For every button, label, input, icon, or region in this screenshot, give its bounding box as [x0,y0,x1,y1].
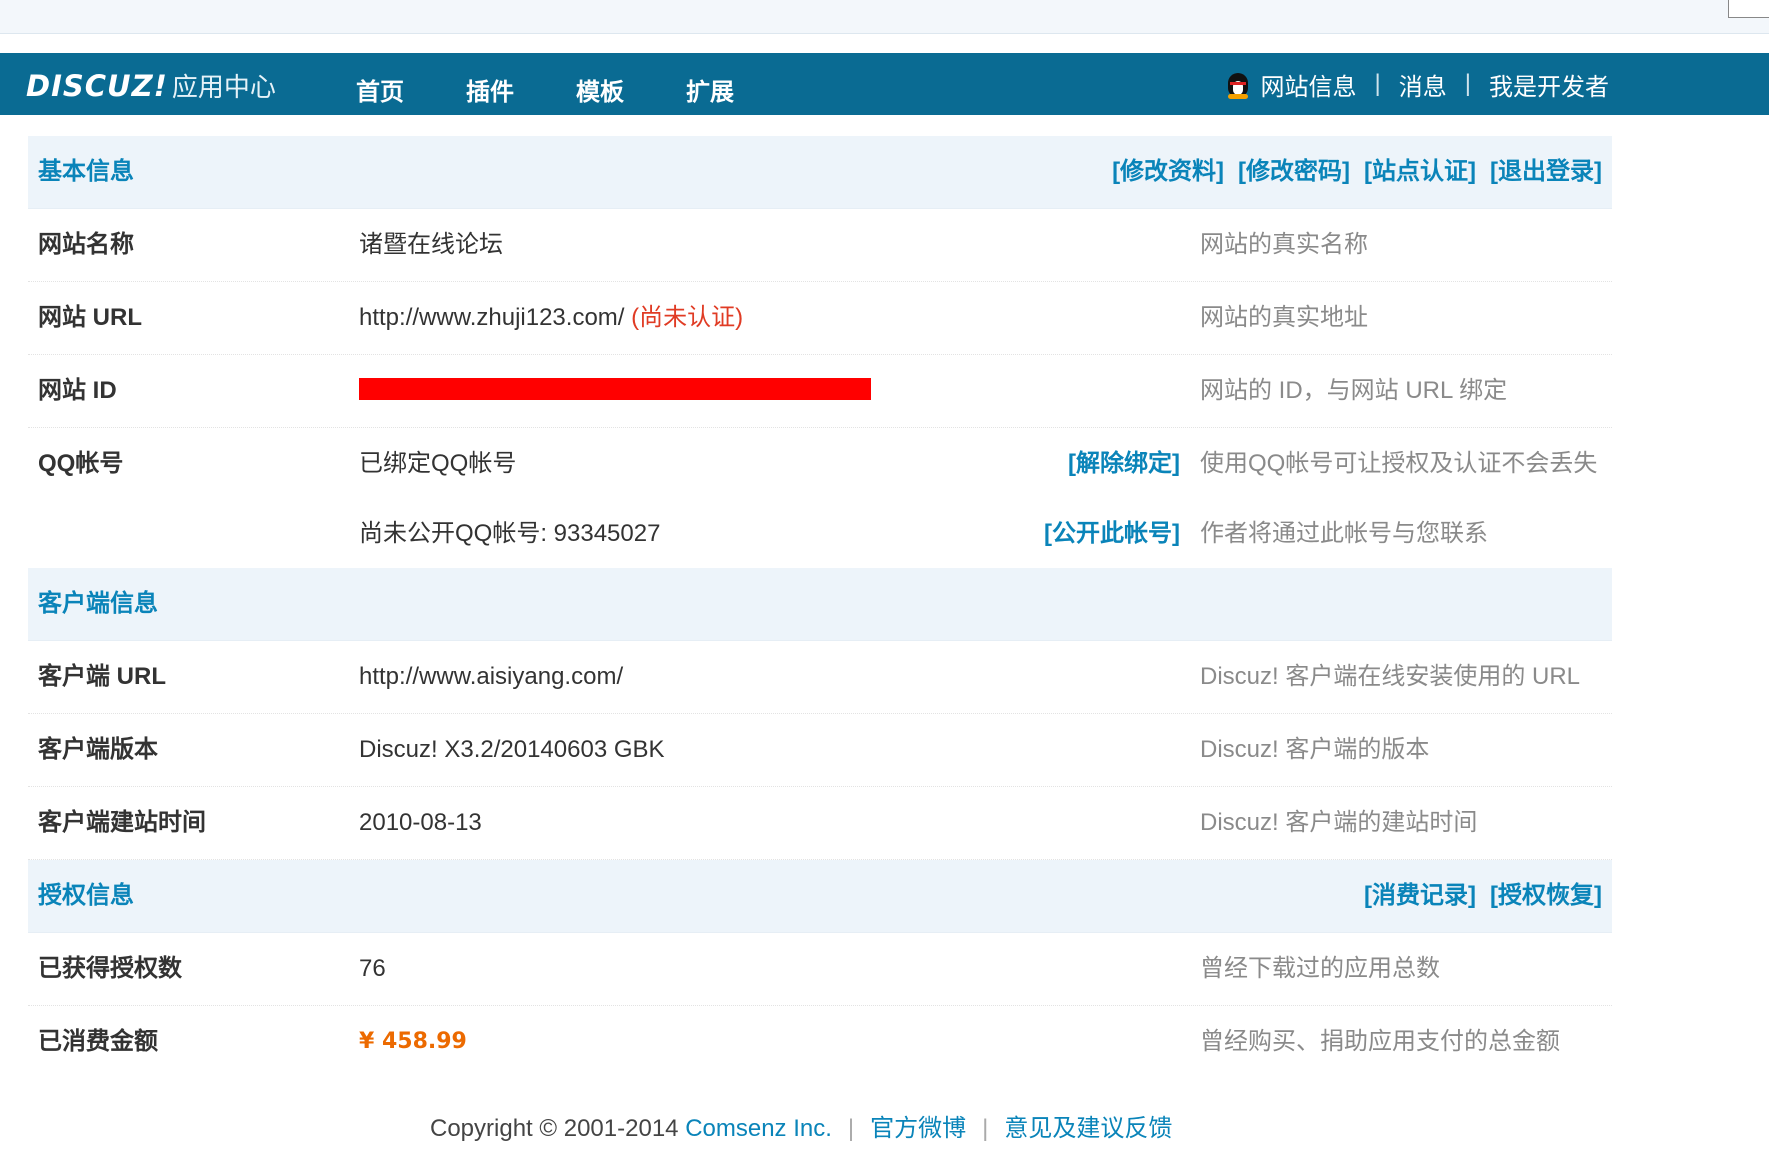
section-actions: [消费记录] [授权恢复] [1350,860,1602,932]
site-url-text: http://www.zhuji123.com/ [359,304,625,331]
edit-profile-link[interactable]: [修改资料] [1112,158,1224,185]
row-description: 网站的 ID，与网站 URL 绑定 [1200,377,1508,404]
messages-link[interactable]: 消息 [1399,67,1447,102]
row-label: 客户端版本 [38,736,158,763]
row-qq-account: QQ帐号 已绑定QQ帐号 [解除绑定] 使用QQ帐号可让授权及认证不会丢失 [28,428,1612,498]
section-license-info: 授权信息 [消费记录] [授权恢复] [28,860,1612,933]
row-site-url: 网站 URL http://www.zhuji123.com/ (尚未认证) 网… [28,282,1612,355]
window-corner [1728,0,1769,18]
nav-templates[interactable]: 模板 [548,53,658,115]
row-client-url: 客户端 URL http://www.aisiyang.com/ Discuz!… [28,641,1612,714]
feedback-link[interactable]: 意见及建议反馈 [1004,1115,1172,1142]
unbind-qq-link[interactable]: [解除绑定] [1068,428,1180,500]
row-description: 曾经下载过的应用总数 [1200,955,1440,982]
qq-penguin-icon [1225,69,1251,99]
page-footer: Copyright © 2001-2014 Comsenz Inc. | 官方微博 |… [430,1108,1172,1143]
row-label: 客户端建站时间 [38,809,206,836]
purchase-history-link[interactable]: [消费记录] [1364,882,1476,909]
top-navbar: DISCUZ! 应用中心 首页 插件 模板 扩展 网站信息 | 消息 | 我是开发… [0,53,1769,115]
footer-separator: | [982,1115,989,1142]
logo-subtitle: 应用中心 [171,72,276,102]
row-value: 2010-08-13 [359,809,482,836]
row-site-id: 网站 ID 网站的 ID，与网站 URL 绑定 [28,355,1612,428]
row-qq-public: 尚未公开QQ帐号: 93345027 [公开此帐号] 作者将通过此帐号与您联系 [28,498,1612,568]
row-label: 已消费金额 [38,1028,158,1055]
row-value: 诸暨在线论坛 [359,231,503,258]
section-title: 授权信息 [38,882,134,909]
row-label: 网站名称 [38,231,134,258]
row-description: Discuz! 客户端的建站时间 [1200,809,1478,836]
row-value: 尚未公开QQ帐号: 93345027 [359,520,661,547]
section-title: 基本信息 [38,158,134,185]
section-client-info: 客户端信息 [28,568,1612,641]
row-value: http://www.aisiyang.com/ [359,663,624,690]
row-description: Discuz! 客户端在线安装使用的 URL [1200,663,1581,690]
company-link[interactable]: Comsenz Inc. [685,1115,832,1142]
section-actions: [修改资料] [修改密码] [站点认证] [退出登录] [1098,136,1602,208]
redaction-bar [359,378,871,400]
row-label: 已获得授权数 [38,955,182,982]
nav-plugins[interactable]: 插件 [438,53,548,115]
developer-link[interactable]: 我是开发者 [1489,67,1609,102]
nav-extensions[interactable]: 扩展 [658,53,768,115]
row-description: 作者将通过此帐号与您联系 [1200,520,1488,547]
logo-brand: DISCUZ! [26,69,168,103]
row-label: 网站 ID [38,377,117,404]
row-site-name: 网站名称 诸暨在线论坛 网站的真实名称 [28,209,1612,282]
row-description: 曾经购买、捐助应用支付的总金额 [1200,1028,1560,1055]
section-title: 客户端信息 [38,590,158,617]
row-value: http://www.zhuji123.com/ (尚未认证) [359,282,743,354]
row-label: 客户端 URL [38,663,166,690]
browser-top-strip [0,0,1769,34]
publish-qq-link[interactable]: [公开此帐号] [1044,498,1180,570]
verify-status: (尚未认证) [631,304,744,331]
row-description: Discuz! 客户端的版本 [1200,736,1430,763]
row-value: 已绑定QQ帐号 [359,450,517,477]
row-description: 网站的真实名称 [1200,231,1368,258]
site-info-link[interactable]: 网站信息 [1261,67,1357,102]
footer-separator: | [847,1115,855,1142]
change-password-link[interactable]: [修改密码] [1238,158,1350,185]
nav-separator: | [1374,70,1381,97]
row-description: 使用QQ帐号可让授权及认证不会丢失 [1200,450,1598,477]
row-description: 网站的真实地址 [1200,304,1368,331]
amount-value: ¥ 458.99 [359,1029,467,1054]
row-value: 76 [359,955,386,982]
row-label: 网站 URL [38,304,142,331]
section-basic-info: 基本信息 [修改资料] [修改密码] [站点认证] [退出登录] [28,136,1612,209]
row-value: Discuz! X3.2/20140603 GBK [359,736,665,763]
row-label: QQ帐号 [38,450,124,477]
nav-home[interactable]: 首页 [328,53,438,115]
nav-separator: | [1464,70,1471,97]
logout-link[interactable]: [退出登录] [1490,158,1602,185]
row-license-count: 已获得授权数 76 曾经下载过的应用总数 [28,933,1612,1006]
discuz-logo[interactable]: DISCUZ! 应用中心 [26,67,276,103]
license-restore-link[interactable]: [授权恢复] [1490,882,1602,909]
weibo-link[interactable]: 官方微博 [870,1115,966,1142]
site-verify-link[interactable]: [站点认证] [1364,158,1476,185]
copyright-text: Copyright © 2001-2014 [430,1115,686,1142]
user-nav: 网站信息 | 消息 | 我是开发者 [1225,53,1609,115]
row-client-version: 客户端版本 Discuz! X3.2/20140603 GBK Discuz! … [28,714,1612,787]
info-panel: 基本信息 [修改资料] [修改密码] [站点认证] [退出登录] 网站名称 诸暨在线论… [28,136,1612,1078]
main-nav: 首页 插件 模板 扩展 [328,53,768,115]
row-client-date: 客户端建站时间 2010-08-13 Discuz! 客户端的建站时间 [28,787,1612,860]
row-total-spent: 已消费金额 ¥ 458.99 曾经购买、捐助应用支付的总金额 [28,1006,1612,1078]
